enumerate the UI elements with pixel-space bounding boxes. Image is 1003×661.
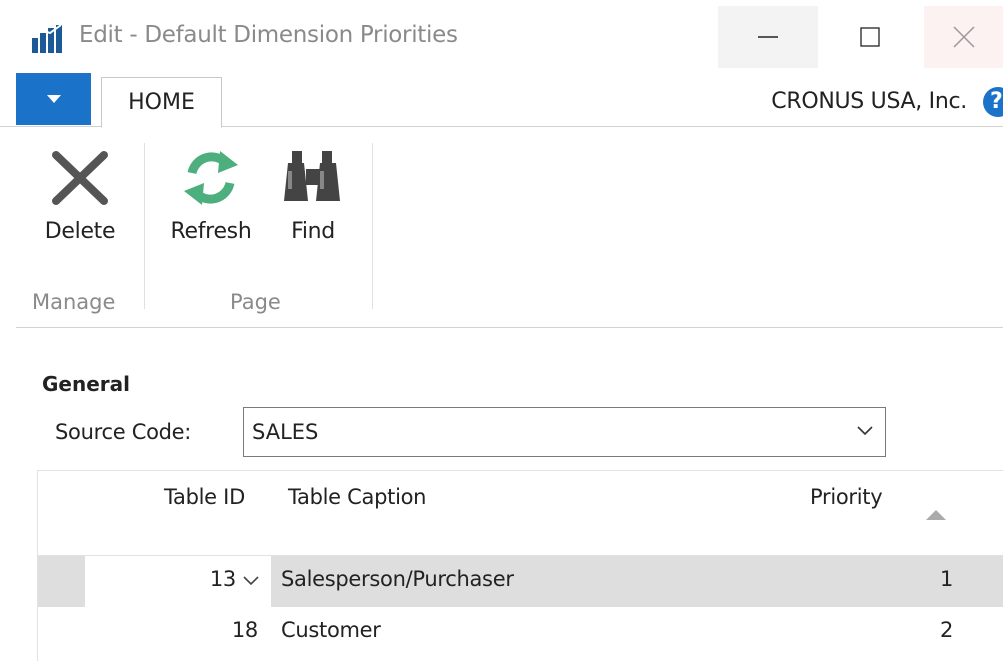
chevron-down-icon[interactable] bbox=[243, 576, 259, 586]
window: Edit - Default Dimension Priorities HOME… bbox=[0, 0, 1003, 661]
table-id-value[interactable]: 18 bbox=[232, 618, 258, 642]
ribbon: Delete Refresh Find Manage Page bbox=[16, 127, 1003, 328]
table-row[interactable]: 18 Customer 2 bbox=[38, 607, 1003, 658]
priority-value[interactable]: 1 bbox=[940, 567, 953, 591]
find-button[interactable]: Find bbox=[280, 145, 346, 265]
table-id-value[interactable]: 13 bbox=[210, 567, 236, 591]
minimize-icon bbox=[758, 36, 778, 38]
ribbon-tab-bar: HOME CRONUS USA, Inc. ? bbox=[0, 73, 1003, 128]
group-separator bbox=[372, 143, 373, 309]
priorities-table: Table ID Table Caption Priority 13 Sales… bbox=[37, 470, 1003, 661]
maximize-button[interactable] bbox=[822, 6, 918, 68]
table-caption-value: Customer bbox=[281, 618, 381, 642]
source-code-select[interactable]: SALES bbox=[243, 407, 886, 457]
column-header-table-id[interactable]: Table ID bbox=[164, 485, 245, 509]
title-bar: Edit - Default Dimension Priorities bbox=[0, 0, 1003, 73]
section-heading-general: General bbox=[42, 372, 130, 396]
group-label-page: Page bbox=[230, 290, 281, 314]
caret-down-icon bbox=[46, 95, 61, 103]
priority-value[interactable]: 2 bbox=[940, 618, 953, 642]
row-selector[interactable] bbox=[38, 556, 85, 607]
table-row[interactable]: 13 Salesperson/Purchaser 1 bbox=[38, 556, 1003, 607]
window-title: Edit - Default Dimension Priorities bbox=[79, 22, 458, 48]
app-chart-icon bbox=[32, 24, 62, 53]
minimize-button[interactable] bbox=[718, 6, 818, 68]
chevron-down-icon[interactable] bbox=[857, 426, 873, 436]
refresh-label: Refresh bbox=[170, 219, 252, 244]
close-window-button[interactable] bbox=[924, 6, 1003, 68]
delete-button[interactable]: Delete bbox=[34, 145, 126, 265]
close-icon bbox=[952, 26, 975, 48]
table-caption-value: Salesperson/Purchaser bbox=[281, 567, 514, 591]
refresh-icon bbox=[184, 151, 238, 205]
source-code-label: Source Code: bbox=[55, 420, 192, 444]
tab-home[interactable]: HOME bbox=[101, 77, 222, 128]
table-header: Table ID Table Caption Priority bbox=[38, 470, 1003, 556]
source-code-value: SALES bbox=[252, 420, 319, 444]
group-separator bbox=[144, 143, 145, 309]
help-icon[interactable]: ? bbox=[983, 87, 1003, 117]
maximize-icon bbox=[860, 27, 880, 47]
app-menu-button[interactable] bbox=[16, 73, 91, 125]
row-selector[interactable] bbox=[38, 607, 85, 658]
column-header-priority[interactable]: Priority bbox=[810, 485, 883, 509]
binoculars-icon bbox=[284, 151, 340, 201]
sort-ascending-icon[interactable] bbox=[926, 510, 946, 520]
close-x-icon bbox=[52, 151, 108, 205]
delete-label: Delete bbox=[44, 219, 116, 244]
refresh-button[interactable]: Refresh bbox=[164, 145, 258, 265]
company-name: CRONUS USA, Inc. bbox=[771, 89, 967, 114]
group-label-manage: Manage bbox=[32, 290, 116, 314]
column-header-table-caption[interactable]: Table Caption bbox=[288, 485, 426, 509]
find-label: Find bbox=[291, 219, 335, 244]
